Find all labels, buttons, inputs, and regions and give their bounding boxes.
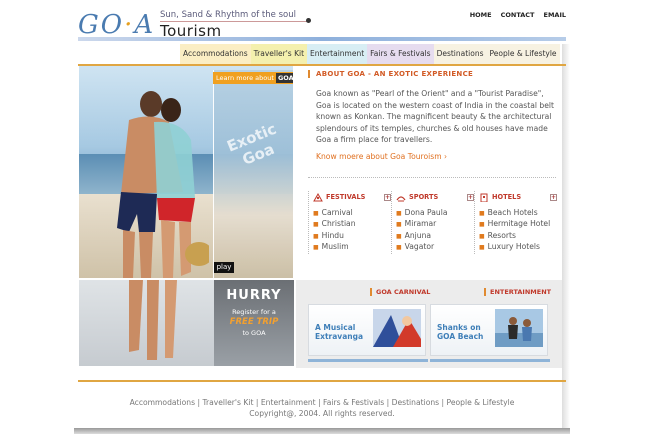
- nav-accommodations[interactable]: Accommodations: [180, 44, 251, 64]
- list-item[interactable]: ■ Vagator: [396, 242, 474, 253]
- footer-link-fairs-festivals[interactable]: Fairs & Festivals: [323, 398, 384, 407]
- sports-icon: [396, 195, 406, 201]
- card-underline: [308, 359, 428, 362]
- carnival-image: [373, 309, 421, 347]
- festivals-header: FESTIVALS +: [313, 191, 391, 203]
- about-body: Goa known as "Pearl of the Orient" and a…: [316, 89, 554, 144]
- hero-image: Exotic Goa Learn more about GOA: [79, 66, 293, 278]
- list-item[interactable]: ■ Muslim: [313, 242, 391, 253]
- nav-people-lifestyle[interactable]: People & Lifestyle: [486, 44, 560, 64]
- list-item[interactable]: ■ Beach Hotels: [479, 208, 557, 219]
- festival-icon: [313, 192, 323, 201]
- list-item[interactable]: ■ Hindu: [313, 231, 391, 242]
- play-button[interactable]: play: [214, 262, 234, 273]
- free-trip-text: FREE TRIP: [229, 317, 279, 327]
- sports-header: SPORTS +: [396, 191, 474, 203]
- couple-illustration: [117, 91, 209, 278]
- festivals-column: FESTIVALS + ■ Carnival ■ Christian ■ Hindu …: [308, 191, 391, 254]
- to-goa-text: to GOA: [242, 329, 266, 337]
- feature-panels: GOA CARNIVAL ENTERTAINMENT A Musical Ext…: [296, 280, 562, 368]
- copyright-text: Copyright@, 2004. All rights reserved.: [249, 409, 395, 418]
- header-bar: [78, 37, 566, 41]
- logo-mark: GO·A: [78, 10, 156, 40]
- hurry-title: HURRY: [226, 288, 282, 303]
- list-item[interactable]: ■ Luxury Hotels: [479, 242, 557, 253]
- footer-bar: [74, 428, 570, 434]
- hotels-expand-button[interactable]: +: [550, 193, 557, 201]
- list-item[interactable]: ■ Hermitage Hotel: [479, 219, 557, 230]
- footer-link-accommodations[interactable]: Accommodations: [130, 398, 195, 407]
- category-columns: FESTIVALS + ■ Carnival ■ Christian ■ Hindu …: [308, 191, 558, 254]
- learn-more-banner[interactable]: Learn more about GOA: [213, 72, 293, 84]
- card-title: A Musical Extravanga: [315, 323, 364, 341]
- site-logo[interactable]: GO·A Sun, Sand & Rhythm of the soul Tour…: [78, 6, 338, 40]
- card-underline: [430, 359, 550, 362]
- email-link[interactable]: EMAIL: [544, 11, 567, 19]
- nav-fairs-festivals[interactable]: Fairs & Festivals: [367, 44, 434, 64]
- know-more-link[interactable]: Know moere about Goa Touroism ›: [308, 152, 558, 161]
- shanks-goa-beach-card[interactable]: Shanks on GOA Beach: [430, 304, 548, 356]
- nav-entertainment[interactable]: Entertainment: [307, 44, 368, 64]
- main-nav: Accommodations Traveller's Kit Entertain…: [180, 44, 560, 64]
- hotels-column: HOTELS + ■ Beach Hotels ■ Hermitage Hotel …: [474, 191, 557, 254]
- entertainment-heading: ENTERTAINMENT: [484, 288, 551, 296]
- list-item[interactable]: ■ Dona Paula: [396, 208, 474, 219]
- nav-travellers-kit[interactable]: Traveller's Kit: [250, 44, 308, 64]
- footer-link-travellers-kit[interactable]: Traveller's Kit: [202, 398, 253, 407]
- logo-tagline: Sun, Sand & Rhythm of the soul: [160, 10, 296, 20]
- contact-link[interactable]: CONTACT: [501, 11, 535, 19]
- sports-column: SPORTS + ■ Dona Paula ■ Miramar ■ Anjuna ■ V…: [391, 191, 474, 254]
- logo-bullet: [306, 18, 311, 23]
- beach-image: [495, 309, 543, 347]
- sports-expand-button[interactable]: +: [467, 193, 474, 201]
- top-links: HOME CONTACT EMAIL: [470, 11, 566, 19]
- section-divider: [308, 177, 556, 178]
- list-item[interactable]: ■ Resorts: [479, 231, 557, 242]
- nav-destinations[interactable]: Destinations: [433, 44, 487, 64]
- musical-extravanga-card[interactable]: A Musical Extravanga: [308, 304, 426, 356]
- home-link[interactable]: HOME: [470, 11, 492, 19]
- festivals-expand-button[interactable]: +: [384, 193, 391, 201]
- promo-legs-image: [129, 280, 177, 360]
- footer-divider: [78, 380, 566, 382]
- page-shadow: [562, 44, 570, 434]
- about-heading: ABOUT GOA - AN EXOTIC EXPERIENCE: [308, 70, 558, 78]
- hotel-icon: [480, 193, 488, 202]
- list-item[interactable]: ■ Anjuna: [396, 231, 474, 242]
- footer-link-destinations[interactable]: Destinations: [392, 398, 440, 407]
- hurry-promo-banner[interactable]: HURRY Register for a FREE TRIP to GOA: [214, 280, 294, 366]
- footer-links: Accommodations | Traveller's Kit | Enter…: [129, 398, 515, 407]
- about-section: ABOUT GOA - AN EXOTIC EXPERIENCE Goa kno…: [308, 70, 558, 161]
- list-item[interactable]: ■ Carnival: [313, 208, 391, 219]
- footer-link-entertainment[interactable]: Entertainment: [261, 398, 316, 407]
- hurry-register-text: Register for a: [232, 308, 276, 316]
- card-title: Shanks on GOA Beach: [437, 323, 484, 341]
- list-item[interactable]: ■ Christian: [313, 219, 391, 230]
- hotels-header: HOTELS +: [479, 191, 557, 203]
- goa-carnival-heading: GOA CARNIVAL: [370, 288, 430, 296]
- list-item[interactable]: ■ Miramar: [396, 219, 474, 230]
- footer-link-people-lifestyle[interactable]: People & Lifestyle: [447, 398, 515, 407]
